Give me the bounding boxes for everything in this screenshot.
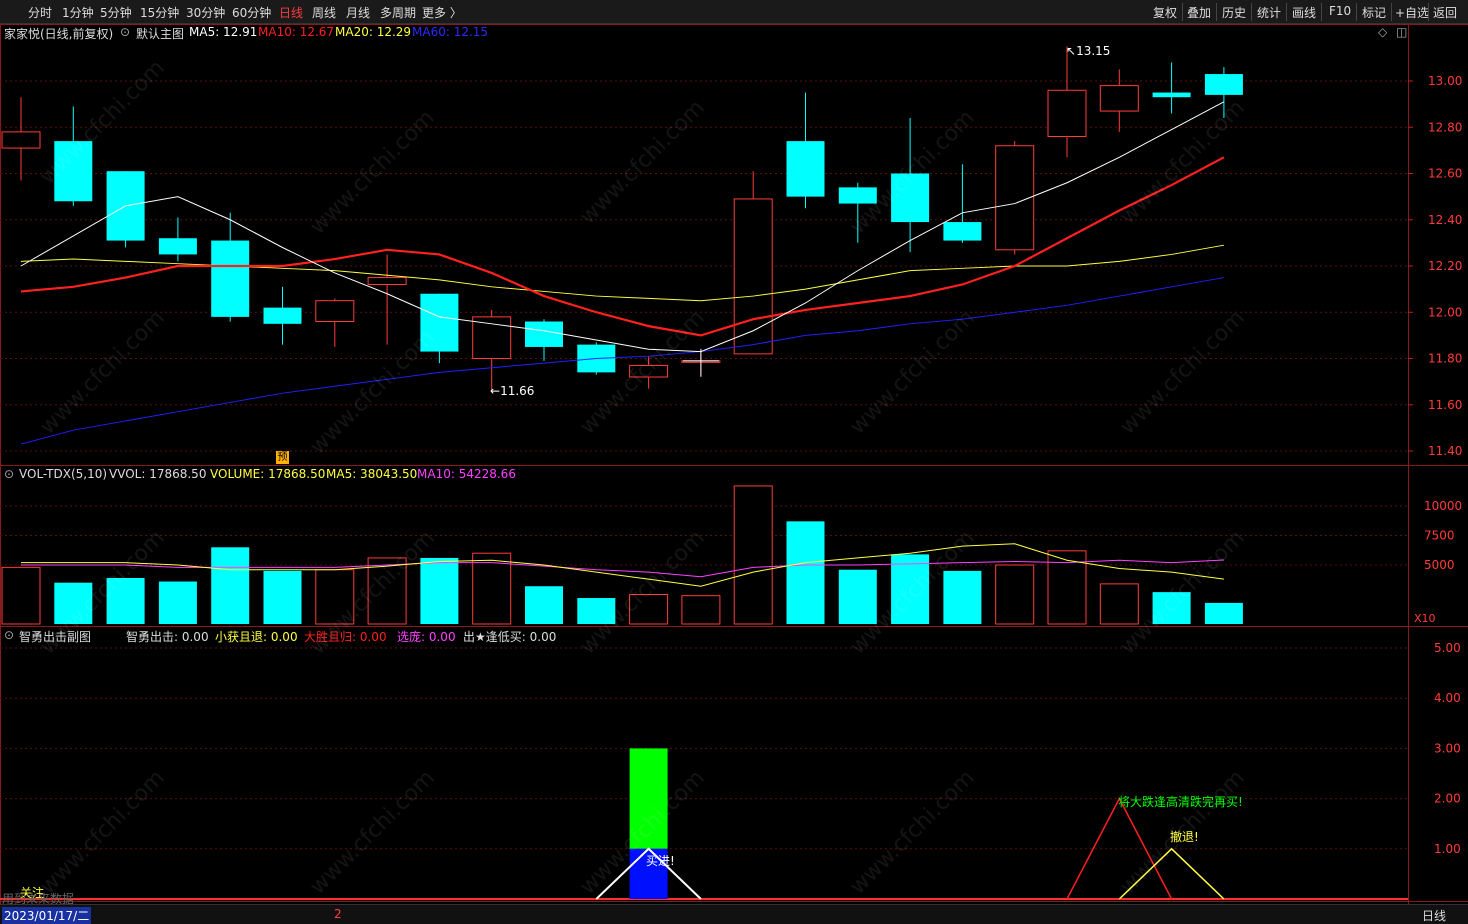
volume-bar	[1, 566, 41, 625]
volume-bar	[733, 485, 773, 625]
candle-body	[629, 364, 669, 378]
high-price-value: 13.15	[1076, 44, 1111, 58]
ma20-line	[20, 244, 1224, 302]
price-tick-label: 12.80	[1428, 120, 1462, 134]
candle-body	[158, 238, 197, 255]
volume-bar	[315, 569, 355, 625]
candle-body	[1047, 89, 1087, 137]
candle-body	[211, 240, 250, 317]
period-indicator[interactable]: 日线	[1422, 907, 1446, 924]
candle-body	[525, 321, 563, 347]
ma5-line	[20, 101, 1225, 353]
volume-bar	[1152, 592, 1191, 624]
sub-tick-label: 1.00	[1434, 842, 1461, 856]
candle-body	[263, 307, 302, 324]
buy-green-bar	[629, 748, 668, 849]
price-tick-label: 12.60	[1428, 167, 1462, 181]
candle-body	[786, 141, 825, 197]
volume-bar	[106, 577, 145, 624]
volume-bar	[158, 581, 197, 624]
candle-body	[1, 131, 41, 149]
sub-tick-label: 2.00	[1434, 792, 1461, 806]
candle-body	[838, 187, 877, 204]
low-price-value: 11.66	[500, 384, 535, 398]
yellow-triangle	[1118, 847, 1225, 900]
volume-bar	[838, 569, 877, 624]
candle-body	[891, 173, 930, 223]
price-tick-label: 11.60	[1428, 398, 1462, 412]
sub-tick-label: 5.00	[1434, 641, 1461, 655]
sub-tick-label: 4.00	[1434, 691, 1461, 705]
volume-bar	[1099, 583, 1139, 625]
volume-bar	[577, 598, 616, 624]
volume-bar	[367, 557, 407, 625]
volume-bar	[263, 570, 302, 624]
volume-bar	[891, 554, 930, 624]
price-tick-label: 12.00	[1428, 305, 1462, 319]
volume-ma10-line	[21, 559, 1224, 578]
forecast-badge[interactable]: 预	[276, 451, 289, 464]
cursor-date: 2023/01/17/二	[2, 907, 92, 924]
volume-tick-label: 7500	[1424, 529, 1455, 543]
candle-body	[1152, 92, 1191, 98]
volume-bar	[54, 582, 93, 624]
volume-tick-label: 5000	[1424, 558, 1455, 572]
volume-bar	[420, 557, 459, 624]
ma60-line	[20, 277, 1224, 445]
candle-body	[472, 316, 512, 359]
candle-body	[54, 141, 93, 202]
volume-bar	[629, 594, 669, 625]
candle-body	[1204, 74, 1243, 95]
candle-body	[367, 277, 407, 285]
price-tick-label: 12.20	[1428, 259, 1462, 273]
price-tick-label: 12.40	[1428, 213, 1462, 227]
volume-bar	[943, 570, 982, 624]
volume-bar	[1204, 602, 1243, 624]
low-price-marker: ←11.66	[490, 384, 535, 398]
retreat-signal-label: 撤退!	[1170, 830, 1199, 844]
volume-bar	[525, 586, 563, 624]
status-bar: 2023/01/17/二 2 日线	[0, 904, 1468, 924]
volume-bar	[681, 595, 721, 625]
price-tick-label: 11.80	[1428, 352, 1462, 366]
wait-signal-label: 将大跌逢高清跌完再买!	[1118, 795, 1243, 809]
candle-body	[943, 222, 982, 241]
candle-body	[420, 293, 459, 352]
page-indicator[interactable]: 2	[334, 907, 342, 921]
high-price-marker: ↖13.15	[1066, 44, 1111, 58]
volume-tick-label: 10000	[1424, 499, 1462, 513]
volume-unit-label: X10	[1414, 612, 1436, 625]
sub-tick-label: 3.00	[1434, 741, 1461, 755]
price-tick-label: 13.00	[1428, 74, 1462, 88]
volume-bar	[995, 564, 1035, 625]
candle-body	[315, 300, 355, 322]
volume-bar	[786, 521, 825, 624]
buy-signal-label: 买进!	[646, 854, 675, 868]
candle-body	[1099, 85, 1139, 112]
chart-canvas[interactable]: 13.00 12.80 12.60 12.40 12.20 12.00 11.80 11.60…	[0, 0, 1468, 904]
volume-bar	[211, 547, 250, 624]
price-tick-label: 11.40	[1428, 444, 1462, 458]
